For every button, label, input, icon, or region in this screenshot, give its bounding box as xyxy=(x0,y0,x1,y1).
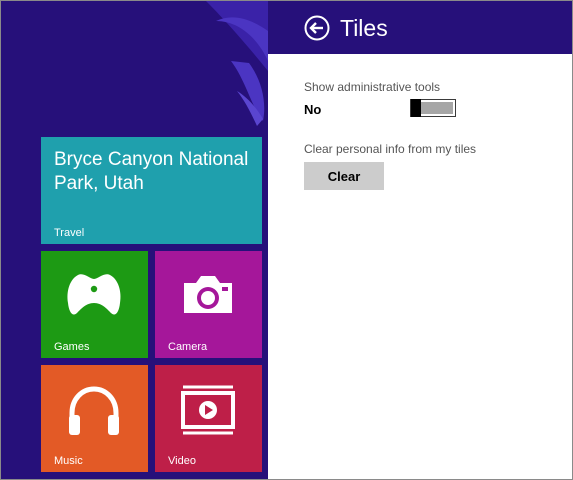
tile-games-label: Games xyxy=(54,341,90,353)
settings-flyout: Tiles Show administrative tools No Clear… xyxy=(268,1,572,479)
back-arrow-icon xyxy=(304,15,330,41)
tile-travel-headline: Bryce Canyon National Park, Utah xyxy=(54,149,249,194)
admin-tools-label: Show administrative tools xyxy=(304,80,441,94)
tile-music[interactable]: Music xyxy=(41,365,148,472)
back-button[interactable] xyxy=(304,15,330,41)
camera-icon xyxy=(184,276,232,313)
flyout-title: Tiles xyxy=(340,15,388,41)
toggle-track xyxy=(419,102,453,114)
tile-music-label: Music xyxy=(54,455,83,467)
toggle-thumb[interactable] xyxy=(411,99,421,117)
video-player-icon xyxy=(181,385,235,435)
flyout-header: Tiles xyxy=(268,1,572,54)
admin-tools-state: No xyxy=(304,102,322,117)
tile-video-label: Video xyxy=(168,455,196,467)
admin-tools-toggle[interactable] xyxy=(410,99,456,117)
tile-camera[interactable]: Camera xyxy=(155,251,262,358)
tile-games[interactable]: Games xyxy=(41,251,148,358)
tile-travel-label: Travel xyxy=(54,227,85,239)
tile-travel[interactable]: Bryce Canyon National Park, Utah Travel xyxy=(41,137,262,244)
headphones-icon xyxy=(69,386,119,435)
start-screen: Bryce Canyon National Park, Utah Travel … xyxy=(1,1,268,479)
clear-info-label: Clear personal info from my tiles xyxy=(304,142,477,156)
tile-camera-label: Camera xyxy=(168,341,208,353)
xbox-controller-icon xyxy=(67,274,121,315)
background-decoration xyxy=(206,1,268,126)
clear-button[interactable]: Clear xyxy=(304,162,384,190)
tile-video[interactable]: Video xyxy=(155,365,262,472)
window-frame: Bryce Canyon National Park, Utah Travel … xyxy=(0,0,573,480)
